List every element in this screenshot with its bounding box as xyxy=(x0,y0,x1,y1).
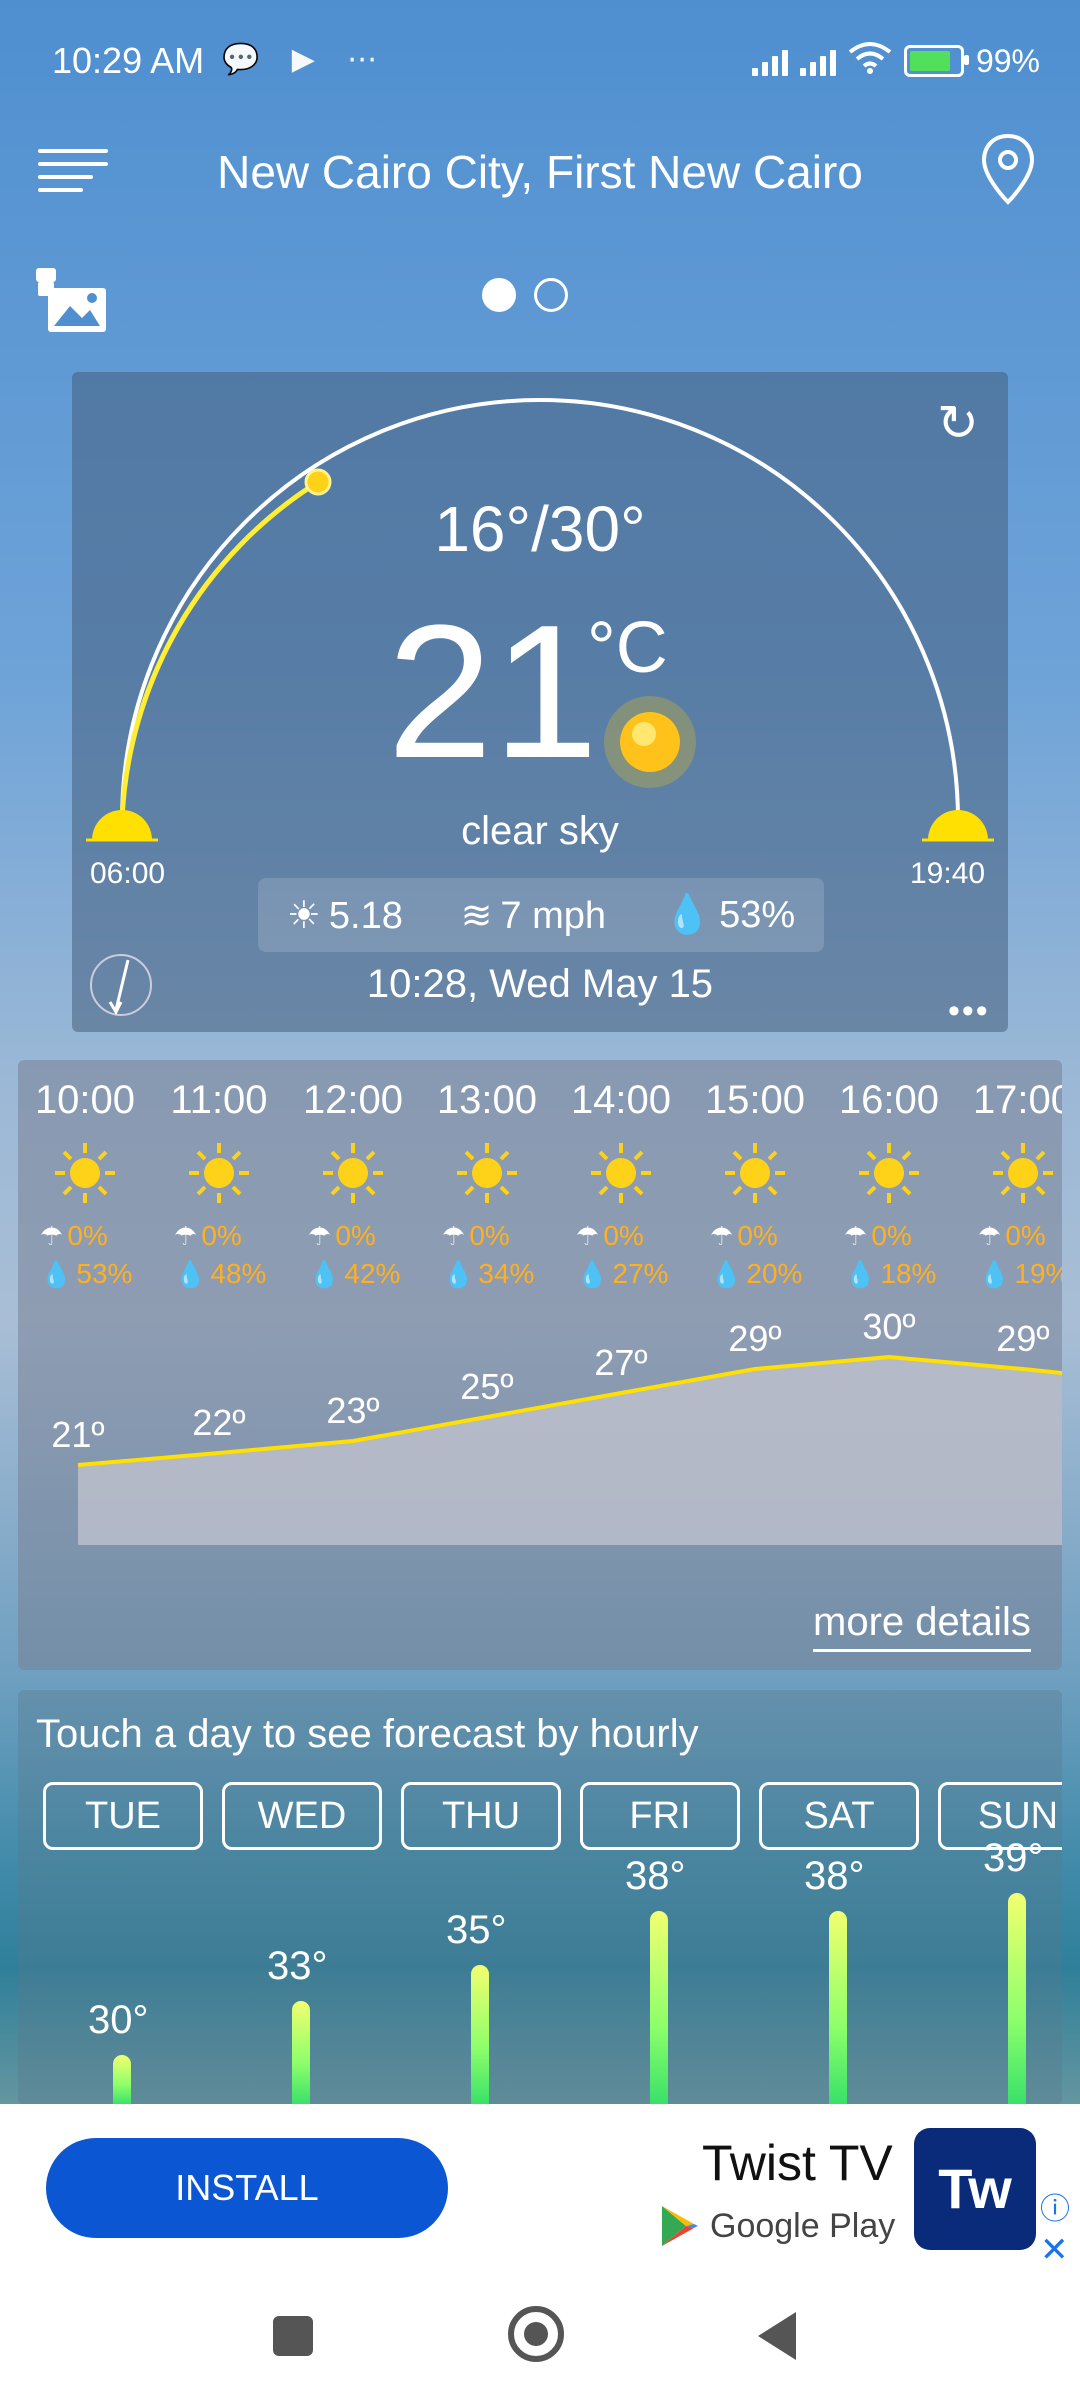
day-tab[interactable]: WED xyxy=(222,1782,382,1850)
humidity-icon: 💧 xyxy=(663,894,712,936)
more-options-icon[interactable]: ••• xyxy=(948,992,990,1031)
back-button[interactable] xyxy=(758,2312,796,2360)
ad-banner[interactable]: INSTALL Twist TV Google Play Tw ⓘ ✕ xyxy=(0,2104,1080,2274)
status-right: 99% xyxy=(751,40,1040,82)
uv-stat: ☀ 5.18 xyxy=(286,894,403,937)
menu-icon[interactable] xyxy=(38,140,108,204)
hour-temp-label: 29º xyxy=(996,1318,1049,1359)
google-play-icon xyxy=(662,2206,698,2246)
ad-info-icon[interactable]: ⓘ xyxy=(1040,2184,1070,2228)
more-details-link[interactable]: more details xyxy=(813,1600,1031,1652)
uv-icon: ☀ xyxy=(286,894,321,937)
battery-percent: 99% xyxy=(975,42,1040,79)
hourly-forecast[interactable]: 10:00 ☂ 0% 💧 53% 11:00 ☂ 0% 💧 48% 12:00 ☂ 0% 💧 42% 13:0… xyxy=(18,1060,1062,1670)
hour-temp-label: 21º xyxy=(51,1414,104,1455)
chat-icon: 💬 xyxy=(222,43,260,76)
notification-icons: 💬 ▶ ⋯ xyxy=(222,42,377,77)
hour-temp-label: 23º xyxy=(326,1390,379,1431)
day-temp-label: 38° xyxy=(625,1854,686,1898)
day-temp-bar[interactable] xyxy=(292,2001,310,2105)
day-temp-bar[interactable] xyxy=(1008,1893,1026,2105)
wifi-icon xyxy=(848,40,892,82)
day-temp-bar[interactable] xyxy=(650,1911,668,2105)
day-temp-bar[interactable] xyxy=(829,1911,847,2105)
hourly-temp-graph: 21º 22º 23º 25º 27º 29º 30º 29º xyxy=(51,1306,1062,1545)
location-title[interactable]: New Cairo City, First New Cairo xyxy=(140,145,940,199)
day-temp-label: 33° xyxy=(267,1944,328,1988)
sun-icon xyxy=(600,692,700,797)
weather-stats: ☀ 5.18 ≋ 7 mph 💧 53% xyxy=(258,878,824,952)
hour-temp-label: 25º xyxy=(460,1366,513,1407)
wind-icon: ≋ xyxy=(460,894,493,937)
day-temp-label: 30° xyxy=(88,1998,149,2042)
ad-app-logo[interactable]: Tw xyxy=(914,2128,1036,2250)
signal-icon xyxy=(751,46,788,76)
sunset-time: 19:40 xyxy=(910,857,986,890)
day-temp-bar[interactable] xyxy=(471,1965,489,2105)
current-weather-card: ↻ 16°/30° 21 °C clear sky 06:00 19:40 ☀ 5… xyxy=(72,372,1008,1032)
temp-unit[interactable]: °C xyxy=(587,607,668,689)
hour-temp-label: 29º xyxy=(728,1318,781,1359)
more-notifications-icon: ⋯ xyxy=(347,43,378,76)
day-temp-label: 35° xyxy=(446,1908,507,1952)
current-temp: 21 xyxy=(387,586,599,798)
humidity-stat: 💧 53% xyxy=(663,894,796,936)
play-icon: ▶ xyxy=(291,43,315,76)
temp-range: 16°/30° xyxy=(434,493,646,565)
recents-button[interactable] xyxy=(273,2316,313,2356)
hour-temp-label: 30º xyxy=(862,1306,915,1347)
wind-stat: ≋ 7 mph xyxy=(460,894,607,937)
signal-icon-2 xyxy=(799,46,836,76)
page-indicator xyxy=(482,278,568,312)
install-button[interactable]: INSTALL xyxy=(46,2138,448,2238)
lock-image-icon[interactable] xyxy=(34,266,110,341)
sunrise-time: 06:00 xyxy=(90,857,166,890)
day-tab[interactable]: THU xyxy=(401,1782,561,1850)
google-play: Google Play xyxy=(660,2204,895,2248)
page-dot-2[interactable] xyxy=(534,278,568,312)
day-temp-label: 39° xyxy=(983,1836,1044,1880)
location-pin-icon[interactable] xyxy=(978,132,1038,213)
ad-close-icon[interactable]: ✕ xyxy=(1040,2230,1069,2270)
ad-app-name[interactable]: Twist TV xyxy=(702,2134,893,2192)
hour-temp-label: 22º xyxy=(192,1402,245,1443)
day-tab[interactable]: SAT xyxy=(759,1782,919,1850)
day-temp-bar[interactable] xyxy=(113,2055,131,2105)
page-dot-1[interactable] xyxy=(482,278,516,312)
refresh-icon[interactable]: ↻ xyxy=(937,394,979,452)
day-tab[interactable]: TUE xyxy=(43,1782,203,1850)
navigation-bar xyxy=(0,2274,1080,2400)
battery-icon xyxy=(903,45,969,77)
daily-hint: Touch a day to see forecast by hourly xyxy=(36,1712,699,1756)
day-temp-label: 38° xyxy=(804,1854,865,1898)
hour-temp-label: 27º xyxy=(594,1342,647,1383)
day-tab[interactable]: FRI xyxy=(580,1782,740,1850)
updated-datetime: 10:28, Wed May 15 xyxy=(366,962,714,1006)
status-bar: 10:29 AM 💬 ▶ ⋯ 99% xyxy=(0,0,1080,120)
weather-description: clear sky xyxy=(461,809,619,853)
home-button[interactable] xyxy=(508,2306,564,2362)
daily-forecast: Touch a day to see forecast by hourly TU… xyxy=(18,1690,1062,2105)
status-time: 10:29 AM xyxy=(52,40,205,81)
